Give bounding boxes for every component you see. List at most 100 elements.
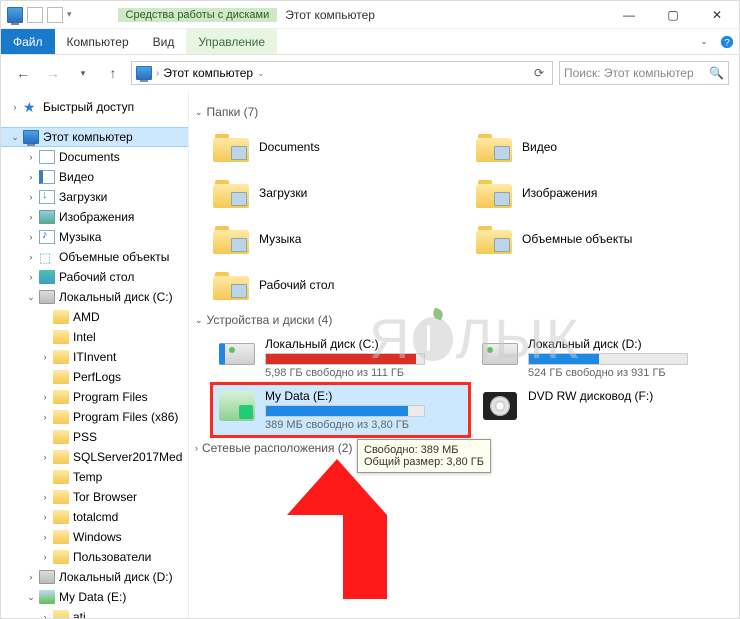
svg-text:?: ? xyxy=(724,37,729,48)
chevron-right-icon: › xyxy=(195,443,198,453)
app-icon[interactable] xyxy=(7,7,23,23)
minimize-button[interactable]: — xyxy=(607,1,651,29)
storage-bar xyxy=(528,353,688,365)
folder-item[interactable]: Рабочий стол xyxy=(213,263,468,307)
tree-folder[interactable]: ›Program Files xyxy=(1,387,188,407)
folder-icon xyxy=(476,132,512,162)
folder-label: Рабочий стол xyxy=(259,278,334,292)
tree-folder[interactable]: ›Windows xyxy=(1,527,188,547)
group-drives[interactable]: ⌄Устройства и диски (4) xyxy=(195,313,731,327)
folder-icon xyxy=(53,350,69,364)
folder-label: Видео xyxy=(522,140,557,154)
tree-folder[interactable]: PSS xyxy=(1,427,188,447)
forward-button[interactable]: → xyxy=(41,61,65,85)
drive-d[interactable]: Локальный диск (D:) 524 ГБ свободно из 9… xyxy=(476,333,731,383)
qat-dropdown-icon[interactable]: ▾ xyxy=(67,9,72,20)
tree-c-drive[interactable]: ⌄Локальный диск (C:) xyxy=(1,287,188,307)
recent-locations-icon[interactable]: ▾ xyxy=(71,61,95,85)
folder-icon xyxy=(213,224,249,254)
folder-icon xyxy=(53,330,69,344)
tree-downloads[interactable]: ›Загрузки xyxy=(1,187,188,207)
back-button[interactable]: ← xyxy=(11,61,35,85)
folder-item[interactable]: Загрузки xyxy=(213,171,468,215)
address-bar[interactable]: › Этот компьютер ⌄ ⟳ xyxy=(131,61,553,85)
folder-icon xyxy=(53,370,69,384)
usb-icon xyxy=(39,590,55,604)
tree-folder[interactable]: ›Program Files (x86) xyxy=(1,407,188,427)
folder-item[interactable]: Видео xyxy=(476,125,731,169)
tree-documents[interactable]: ›Documents xyxy=(1,147,188,167)
tree-music[interactable]: ›Музыка xyxy=(1,227,188,247)
maximize-button[interactable]: ▢ xyxy=(651,1,695,29)
tree-videos[interactable]: ›Видео xyxy=(1,167,188,187)
chevron-down-icon: ⌄ xyxy=(195,107,203,118)
desktop-icon xyxy=(39,270,55,284)
group-folders[interactable]: ⌄Папки (7) xyxy=(195,105,731,119)
document-icon xyxy=(39,150,55,164)
content-pane: ⌄Папки (7) Documents Видео Загрузки Изображ… xyxy=(189,91,739,619)
hdd-icon xyxy=(39,290,55,304)
tree-e-drive[interactable]: ⌄My Data (E:) xyxy=(1,587,188,607)
tab-manage[interactable]: Управление xyxy=(186,29,277,54)
tree-3d[interactable]: ›⬚Объемные объекты xyxy=(1,247,188,267)
drive-e[interactable]: My Data (E:) 389 МБ свободно из 3,80 ГБ xyxy=(213,385,468,435)
ribbon-expand-icon[interactable]: ⌄ xyxy=(693,29,715,54)
tree-folder[interactable]: Temp xyxy=(1,467,188,487)
tree-folder[interactable]: PerfLogs xyxy=(1,367,188,387)
tree-folder[interactable]: ›ITInvent xyxy=(1,347,188,367)
folder-icon xyxy=(213,132,249,162)
breadcrumb-drop-icon[interactable]: ⌄ xyxy=(257,68,265,79)
folder-icon xyxy=(53,390,69,404)
breadcrumb-sep-icon[interactable]: › xyxy=(156,68,159,79)
drive-dvd[interactable]: DVD RW дисковод (F:) xyxy=(476,385,731,435)
tab-view[interactable]: Вид xyxy=(141,29,187,54)
search-icon: 🔍 xyxy=(709,66,724,80)
folder-icon xyxy=(53,430,69,444)
quick-access-toolbar: ▾ xyxy=(1,7,78,23)
storage-bar xyxy=(265,353,425,365)
tree-folder[interactable]: ›SQLServer2017Med xyxy=(1,447,188,467)
hdd-icon xyxy=(39,570,55,584)
tree-images[interactable]: ›Изображения xyxy=(1,207,188,227)
window-title: Этот компьютер xyxy=(285,8,375,22)
folder-icon xyxy=(53,410,69,424)
up-button[interactable]: ↑ xyxy=(101,61,125,85)
folder-icon xyxy=(476,224,512,254)
video-icon xyxy=(39,170,55,184)
folder-item[interactable]: Музыка xyxy=(213,217,468,261)
chevron-down-icon: ⌄ xyxy=(195,315,203,326)
tree-folder[interactable]: ›Tor Browser xyxy=(1,487,188,507)
tab-computer[interactable]: Компьютер xyxy=(55,29,141,54)
folder-item[interactable]: Documents xyxy=(213,125,468,169)
folder-item[interactable]: Объемные объекты xyxy=(476,217,731,261)
drive-c[interactable]: Локальный диск (C:) 5,98 ГБ свободно из … xyxy=(213,333,468,383)
tree-quick-access[interactable]: ›★Быстрый доступ xyxy=(1,97,188,117)
tree-folder[interactable]: ›totalcmd xyxy=(1,507,188,527)
tree-folder[interactable]: ›ati xyxy=(1,607,188,619)
folder-icon xyxy=(53,450,69,464)
folder-item[interactable]: Изображения xyxy=(476,171,731,215)
tree-desktop[interactable]: ›Рабочий стол xyxy=(1,267,188,287)
folder-label: Изображения xyxy=(522,186,597,200)
tree-this-pc[interactable]: ⌄Этот компьютер xyxy=(1,127,188,147)
refresh-button[interactable]: ⟳ xyxy=(530,66,548,80)
tab-file[interactable]: Файл xyxy=(1,29,55,54)
tree-d-drive[interactable]: ›Локальный диск (D:) xyxy=(1,567,188,587)
folder-icon xyxy=(476,178,512,208)
tree-folder[interactable]: Intel xyxy=(1,327,188,347)
star-icon: ★ xyxy=(23,100,39,114)
search-input[interactable]: Поиск: Этот компьютер 🔍 xyxy=(559,61,729,85)
navigation-pane: ›★Быстрый доступ ⌄Этот компьютер ›Docume… xyxy=(1,91,189,619)
folder-icon xyxy=(53,550,69,564)
address-bar-row: ← → ▾ ↑ › Этот компьютер ⌄ ⟳ Поиск: Этот… xyxy=(1,55,739,91)
qat-btn-1[interactable] xyxy=(27,7,43,23)
breadcrumb-this-pc[interactable]: Этот компьютер xyxy=(163,66,253,80)
help-button[interactable]: ? xyxy=(715,29,739,54)
explorer-window: ▾ Средства работы с дисками Этот компьют… xyxy=(0,0,740,619)
qat-btn-2[interactable] xyxy=(47,7,63,23)
close-button[interactable]: ✕ xyxy=(695,1,739,29)
drive-tooltip: Свободно: 389 МБ Общий размер: 3,80 ГБ xyxy=(357,439,491,473)
tree-folder[interactable]: AMD xyxy=(1,307,188,327)
folder-label: Музыка xyxy=(259,232,301,246)
tree-folder[interactable]: ›Пользователи xyxy=(1,547,188,567)
